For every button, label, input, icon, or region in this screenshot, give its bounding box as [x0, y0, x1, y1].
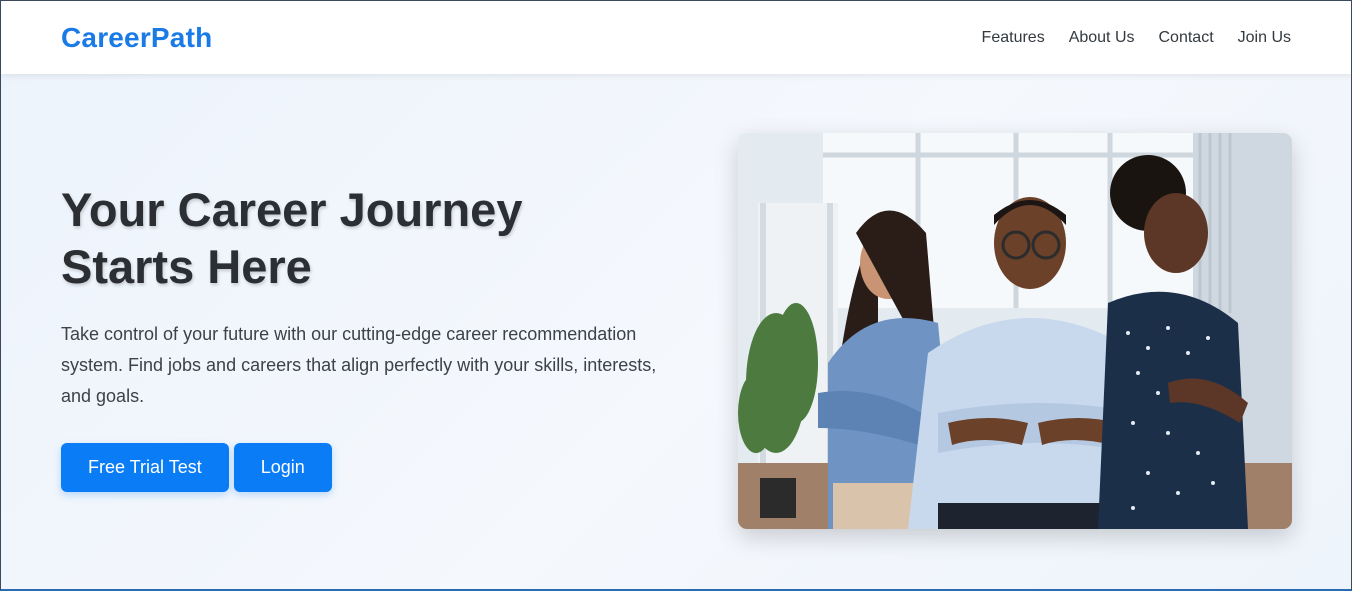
nav-link-contact[interactable]: Contact	[1159, 29, 1214, 47]
free-trial-test-button[interactable]: Free Trial Test	[61, 443, 229, 492]
hero-photo-illustration	[738, 133, 1292, 529]
nav-links: Features About Us Contact Join Us	[982, 29, 1291, 47]
login-button[interactable]: Login	[233, 443, 332, 492]
nav-link-join-us[interactable]: Join Us	[1238, 29, 1291, 47]
hero-title: Your Career Journey Starts Here	[61, 181, 621, 295]
hero-title-line1: Your Career Journey	[61, 183, 523, 236]
nav-link-about-us[interactable]: About Us	[1069, 29, 1135, 47]
nav-link-features[interactable]: Features	[982, 29, 1045, 47]
hero-title-line2: Starts Here	[61, 240, 312, 293]
hero-section: Your Career Journey Starts Here Take con…	[61, 181, 701, 492]
hero-buttons: Free Trial Test Login	[61, 443, 701, 492]
hero-description: Take control of your future with our cut…	[61, 324, 657, 406]
brand-logo[interactable]: CareerPath	[61, 22, 212, 54]
hero-image	[738, 133, 1292, 529]
page-frame: CareerPath Features About Us Contact Joi…	[0, 0, 1352, 591]
navbar: CareerPath Features About Us Contact Joi…	[1, 1, 1351, 74]
